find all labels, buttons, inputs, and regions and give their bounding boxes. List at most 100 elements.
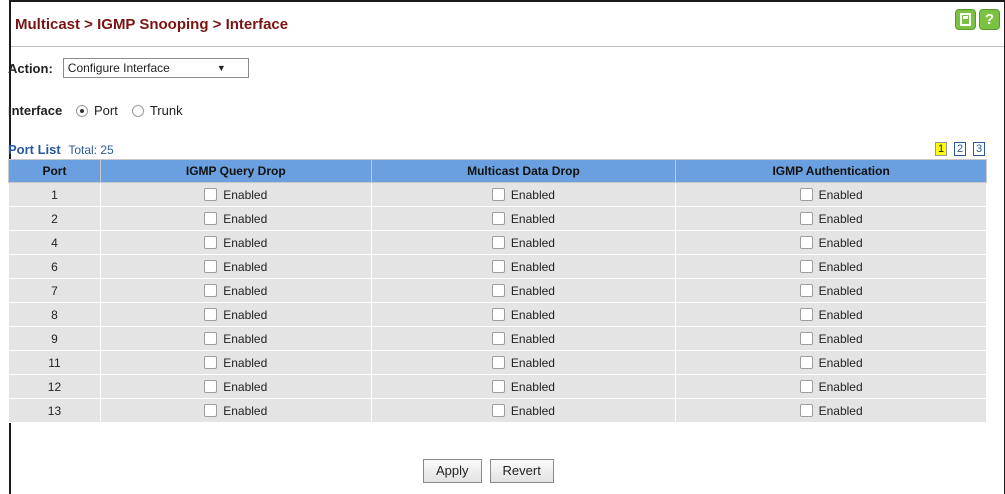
- igmp-query-drop-cell: Enabled: [99, 278, 372, 303]
- igmp-authentication-cell: Enabled: [675, 206, 987, 231]
- igmp-query-drop-checkbox[interactable]: [204, 187, 218, 201]
- multicast-data-drop-checkbox[interactable]: [491, 379, 505, 393]
- action-select[interactable]: Configure Interface ▼: [62, 58, 249, 78]
- multicast-data-drop-checkbox[interactable]: [491, 403, 505, 417]
- port-cell: 8: [8, 302, 101, 327]
- chevron-down-icon: ▼: [216, 63, 226, 73]
- igmp-query-drop-checkbox[interactable]: [204, 403, 218, 417]
- igmp-authentication-checkbox[interactable]: [799, 403, 813, 417]
- multicast-data-drop-checkbox[interactable]: [491, 187, 505, 201]
- port-list-title: Port List: [8, 142, 61, 157]
- igmp-authentication-enabled-label: Enabled: [818, 307, 863, 322]
- pagination: 1 2 3: [935, 142, 985, 156]
- port-list-total: Total: 25: [68, 143, 114, 157]
- igmp-authentication-checkbox[interactable]: [799, 211, 813, 225]
- port-cell: 6: [8, 254, 101, 279]
- igmp-authentication-checkbox[interactable]: [799, 355, 813, 369]
- multicast-data-drop-checkbox[interactable]: [491, 259, 505, 273]
- table-row: 8 Enabled Enabled Enabled: [8, 302, 987, 327]
- multicast-data-drop-enabled-label: Enabled: [510, 283, 555, 298]
- multicast-data-drop-checkbox[interactable]: [491, 331, 505, 345]
- igmp-query-drop-checkbox[interactable]: [204, 331, 218, 345]
- igmp-query-drop-checkbox[interactable]: [204, 283, 218, 297]
- multicast-data-drop-checkbox[interactable]: [491, 211, 505, 225]
- igmp-authentication-cell: Enabled: [675, 182, 987, 207]
- radio-trunk[interactable]: [131, 104, 144, 117]
- action-row: Action: Configure Interface ▼: [8, 58, 249, 78]
- igmp-query-drop-enabled-label: Enabled: [223, 235, 268, 250]
- port-list-heading: Port List Total: 25: [8, 142, 114, 157]
- igmp-query-drop-checkbox[interactable]: [204, 211, 218, 225]
- multicast-data-drop-enabled-label: Enabled: [510, 355, 555, 370]
- multicast-data-drop-checkbox[interactable]: [491, 355, 505, 369]
- title-bar: Multicast > IGMP Snooping > Interface ?: [11, 2, 1004, 47]
- port-cell: 12: [8, 374, 101, 399]
- column-header-igmp-authentication: IGMP Authentication: [675, 159, 987, 183]
- page-title: Multicast > IGMP Snooping > Interface: [15, 16, 289, 33]
- interface-row: Interface Port Trunk: [8, 103, 197, 118]
- button-row: Apply Revert: [423, 459, 554, 483]
- multicast-data-drop-checkbox[interactable]: [491, 283, 505, 297]
- column-header-igmp-query-drop: IGMP Query Drop: [99, 159, 372, 183]
- toolbar-icons: ?: [955, 9, 1000, 30]
- igmp-query-drop-checkbox[interactable]: [204, 355, 218, 369]
- multicast-data-drop-enabled-label: Enabled: [510, 235, 555, 250]
- igmp-query-drop-checkbox[interactable]: [204, 307, 218, 321]
- apply-button[interactable]: Apply: [423, 459, 482, 483]
- radio-port[interactable]: [76, 104, 88, 117]
- igmp-authentication-checkbox[interactable]: [799, 259, 813, 273]
- radio-trunk-label: Trunk: [149, 103, 183, 118]
- table-row: 7 Enabled Enabled Enabled: [8, 278, 987, 303]
- igmp-query-drop-enabled-label: Enabled: [223, 211, 268, 226]
- multicast-data-drop-cell: Enabled: [370, 182, 677, 207]
- igmp-query-drop-cell: Enabled: [99, 398, 372, 423]
- multicast-data-drop-checkbox[interactable]: [491, 235, 505, 249]
- multicast-data-drop-enabled-label: Enabled: [510, 331, 555, 346]
- igmp-query-drop-checkbox[interactable]: [204, 379, 218, 393]
- multicast-data-drop-cell: Enabled: [370, 350, 677, 375]
- igmp-query-drop-checkbox[interactable]: [204, 259, 218, 273]
- revert-button[interactable]: Revert: [489, 459, 554, 483]
- igmp-query-drop-cell: Enabled: [99, 230, 372, 255]
- igmp-authentication-checkbox[interactable]: [799, 379, 813, 393]
- igmp-query-drop-enabled-label: Enabled: [223, 379, 268, 394]
- multicast-data-drop-cell: Enabled: [370, 254, 677, 279]
- multicast-data-drop-cell: Enabled: [370, 206, 677, 231]
- help-icon[interactable]: ?: [979, 9, 1000, 30]
- multicast-data-drop-cell: Enabled: [370, 374, 677, 399]
- igmp-query-drop-cell: Enabled: [99, 182, 372, 207]
- igmp-authentication-checkbox[interactable]: [799, 283, 813, 297]
- igmp-authentication-checkbox[interactable]: [799, 331, 813, 345]
- column-header-multicast-data-drop: Multicast Data Drop: [370, 159, 677, 183]
- multicast-data-drop-cell: Enabled: [370, 398, 677, 423]
- igmp-authentication-checkbox[interactable]: [799, 307, 813, 321]
- igmp-query-drop-enabled-label: Enabled: [223, 307, 268, 322]
- table-row: 4 Enabled Enabled Enabled: [8, 230, 987, 255]
- save-icon[interactable]: [955, 9, 976, 30]
- igmp-authentication-cell: Enabled: [675, 398, 987, 423]
- igmp-authentication-enabled-label: Enabled: [818, 211, 863, 226]
- port-cell: 13: [8, 398, 101, 423]
- page-3-link[interactable]: 3: [973, 142, 985, 156]
- multicast-data-drop-checkbox[interactable]: [491, 307, 505, 321]
- port-cell: 9: [8, 326, 101, 351]
- table-row: 2 Enabled Enabled Enabled: [8, 206, 987, 231]
- igmp-query-drop-checkbox[interactable]: [204, 235, 218, 249]
- igmp-authentication-cell: Enabled: [675, 254, 987, 279]
- multicast-data-drop-enabled-label: Enabled: [510, 403, 555, 418]
- port-table: Port IGMP Query Drop Multicast Data Drop…: [8, 159, 987, 423]
- igmp-authentication-cell: Enabled: [675, 374, 987, 399]
- multicast-data-drop-enabled-label: Enabled: [510, 187, 555, 202]
- page-1-link[interactable]: 1: [935, 142, 947, 156]
- igmp-authentication-checkbox[interactable]: [799, 187, 813, 201]
- table-row: 13 Enabled Enabled Enabled: [8, 398, 987, 423]
- table-row: 1 Enabled Enabled Enabled: [8, 182, 987, 207]
- igmp-query-drop-enabled-label: Enabled: [223, 259, 268, 274]
- igmp-authentication-cell: Enabled: [675, 302, 987, 327]
- igmp-query-drop-enabled-label: Enabled: [223, 403, 268, 418]
- igmp-authentication-cell: Enabled: [675, 326, 987, 351]
- page-2-link[interactable]: 2: [954, 142, 966, 156]
- igmp-authentication-checkbox[interactable]: [799, 235, 813, 249]
- igmp-query-drop-cell: Enabled: [99, 350, 372, 375]
- multicast-data-drop-cell: Enabled: [370, 230, 677, 255]
